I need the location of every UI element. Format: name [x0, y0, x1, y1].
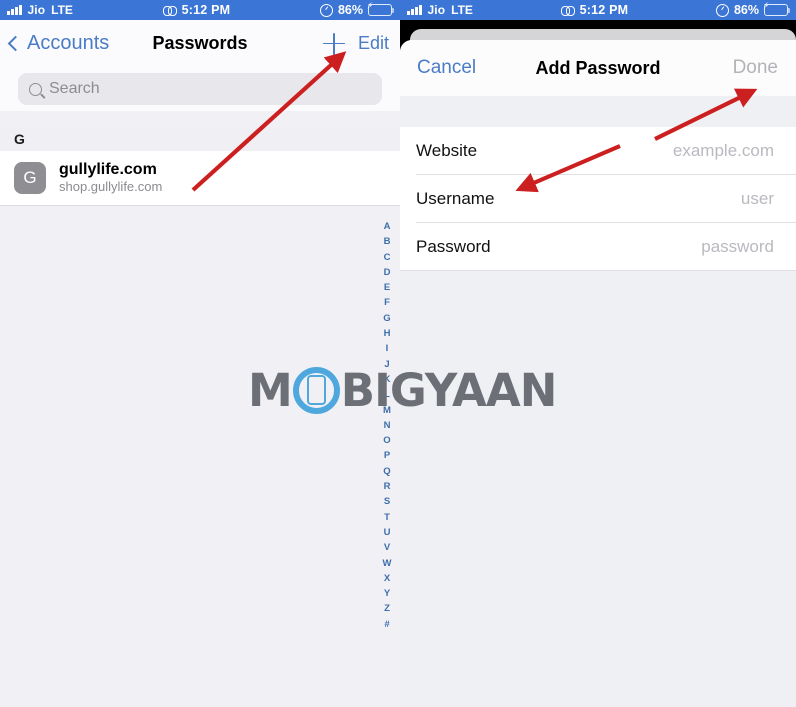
done-button[interactable]: Done: [733, 57, 796, 79]
index-letter[interactable]: D: [384, 265, 391, 280]
website-field-label: Website: [416, 140, 478, 160]
form-top-spacer: [400, 96, 796, 127]
index-letter[interactable]: P: [384, 448, 390, 463]
list-item-subtitle: shop.gullylife.com: [59, 179, 163, 195]
password-list: G gullylife.com shop.gullylife.com: [0, 151, 400, 206]
chain-link-icon: [162, 5, 177, 16]
status-bar-left: Jio LTE: [0, 3, 73, 17]
index-letter[interactable]: Y: [384, 586, 390, 601]
sheet-empty-area: [400, 271, 796, 707]
username-field-label: Username: [416, 188, 495, 208]
index-letter[interactable]: I: [386, 341, 389, 356]
lock-circle-icon: [319, 3, 333, 17]
list-item[interactable]: G gullylife.com shop.gullylife.com: [0, 151, 400, 205]
status-bar-right: 86% ⚡: [319, 1, 400, 17]
chevron-left-icon: [7, 35, 24, 52]
index-letter[interactable]: R: [384, 479, 391, 494]
battery-charging-icon: ⚡: [763, 1, 790, 16]
cancel-button[interactable]: Cancel: [400, 57, 476, 79]
index-letter[interactable]: A: [384, 219, 391, 234]
network-type-label: LTE: [451, 3, 473, 17]
index-letter[interactable]: W: [383, 556, 392, 571]
status-bar-right: 86% ⚡: [715, 1, 796, 17]
back-to-accounts-button[interactable]: Accounts: [0, 32, 109, 55]
website-field-row[interactable]: Website example.com: [400, 127, 796, 174]
avatar: G: [14, 162, 46, 194]
passwords-nav-bar: Accounts Passwords Edit: [0, 20, 400, 67]
index-letter[interactable]: X: [384, 571, 390, 586]
signal-bars-icon: [7, 5, 22, 15]
carrier-label: Jio: [27, 3, 46, 17]
list-item-texts: gullylife.com shop.gullylife.com: [59, 161, 162, 195]
index-letter[interactable]: K: [384, 372, 391, 387]
index-letter[interactable]: Q: [383, 464, 390, 479]
index-letter[interactable]: V: [384, 540, 390, 555]
search-input[interactable]: Search: [18, 73, 382, 105]
username-field-row[interactable]: Username user: [400, 175, 796, 222]
index-letter[interactable]: B: [384, 234, 391, 249]
index-letter[interactable]: M: [383, 403, 391, 418]
clock-label: 5:12 PM: [181, 3, 231, 17]
battery-percent-label: 86%: [733, 3, 759, 17]
clock-label: 5:12 PM: [579, 3, 629, 17]
left-phone-panel: Jio LTE 5:12 PM 86% ⚡ Accounts Passwords: [0, 0, 400, 707]
search-bar-container: Search: [0, 67, 400, 111]
index-letter[interactable]: F: [384, 295, 390, 310]
username-field-placeholder: user: [740, 188, 774, 208]
index-letter[interactable]: G: [383, 311, 390, 326]
index-letter[interactable]: U: [384, 525, 391, 540]
index-letter[interactable]: T: [384, 510, 390, 525]
signal-bars-icon: [407, 5, 422, 15]
add-password-sheet: Cancel Add Password Done Website example…: [400, 40, 796, 707]
search-icon: [29, 82, 42, 96]
left-status-bar: Jio LTE 5:12 PM 86% ⚡: [0, 0, 400, 20]
index-letter[interactable]: L: [384, 387, 390, 402]
add-password-button[interactable]: [322, 32, 345, 55]
password-field-placeholder: password: [701, 236, 774, 256]
sheet-nav-bar: Cancel Add Password Done: [400, 40, 796, 96]
status-bar-left: Jio LTE: [400, 3, 473, 17]
edit-button[interactable]: Edit: [358, 33, 389, 54]
website-field-placeholder: example.com: [672, 140, 774, 160]
network-type-label: LTE: [51, 3, 73, 17]
index-letter[interactable]: Z: [384, 601, 390, 616]
alphabet-index-scrubber[interactable]: A B C D E F G H I J K L M N O P Q R S T …: [379, 219, 395, 632]
index-letter[interactable]: E: [384, 280, 390, 295]
credentials-form-group: Website example.com Username user Passwo…: [400, 127, 796, 271]
back-button-label: Accounts: [27, 32, 110, 54]
index-letter[interactable]: #: [384, 617, 389, 632]
nav-right-actions: Edit: [322, 32, 400, 55]
section-header-g: G: [0, 127, 400, 151]
list-item-title: gullylife.com: [59, 160, 157, 178]
password-field-label: Password: [416, 236, 491, 256]
chain-link-icon: [560, 5, 575, 16]
search-placeholder: Search: [49, 80, 100, 97]
password-field-row[interactable]: Password password: [400, 223, 796, 270]
index-letter[interactable]: S: [384, 494, 390, 509]
carrier-label: Jio: [427, 3, 446, 17]
index-letter[interactable]: O: [383, 433, 390, 448]
status-bar-center: 5:12 PM: [473, 3, 716, 17]
right-phone-panel: Jio LTE 5:12 PM 86% ⚡ Cancel Add Passwor…: [400, 0, 796, 707]
battery-charging-icon: ⚡: [367, 1, 394, 16]
right-status-bar: Jio LTE 5:12 PM 86% ⚡: [400, 0, 796, 20]
lock-circle-icon: [715, 3, 729, 17]
index-letter[interactable]: J: [384, 357, 389, 372]
index-letter[interactable]: N: [384, 418, 391, 433]
battery-percent-label: 86%: [337, 3, 363, 17]
status-bar-center: 5:12 PM: [73, 3, 320, 17]
index-letter[interactable]: C: [384, 250, 391, 265]
list-bottom-divider: [0, 205, 400, 206]
index-letter[interactable]: H: [384, 326, 391, 341]
screenshot-root: Jio LTE 5:12 PM 86% ⚡ Accounts Passwords: [0, 0, 796, 707]
